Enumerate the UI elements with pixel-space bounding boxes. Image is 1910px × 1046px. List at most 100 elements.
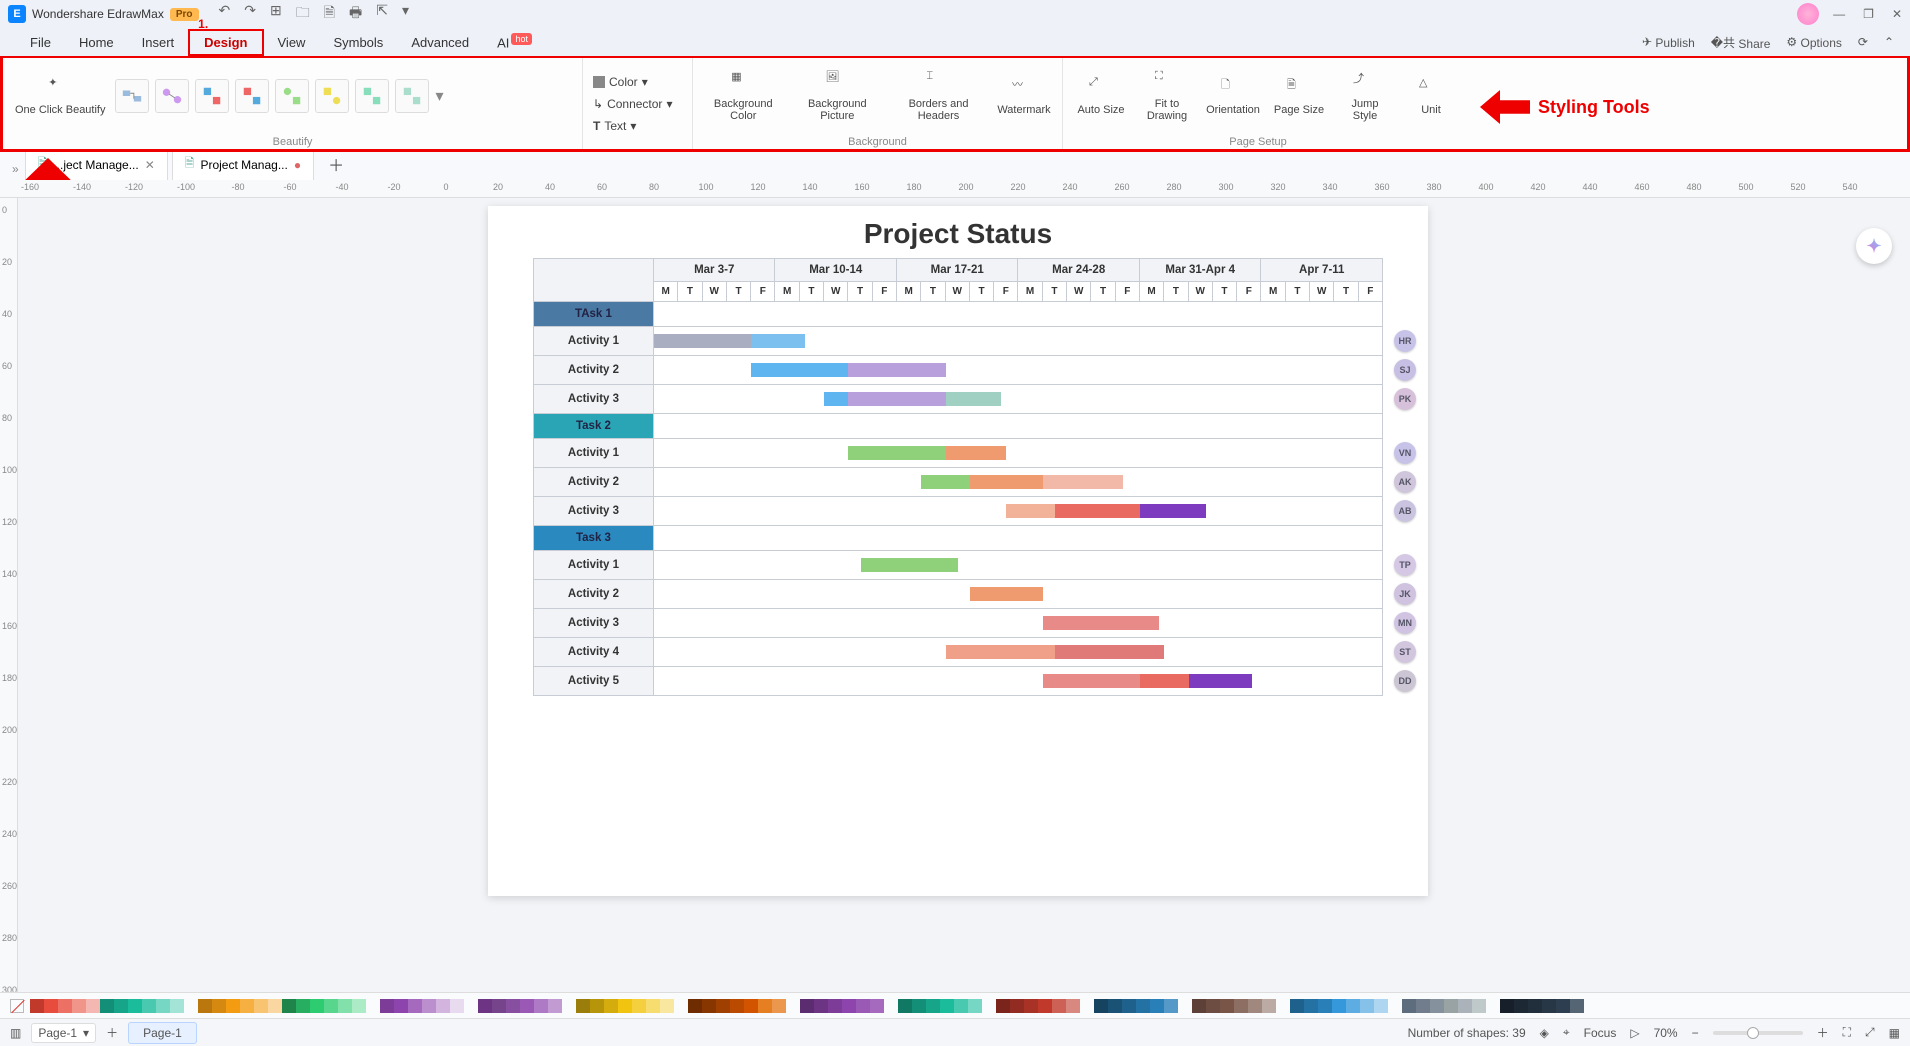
color-swatch[interactable] (898, 999, 912, 1013)
color-swatch[interactable] (1248, 999, 1262, 1013)
color-swatch[interactable] (1444, 999, 1458, 1013)
color-swatch[interactable] (1402, 999, 1416, 1013)
page-tab[interactable]: Page-1 (128, 1022, 197, 1044)
fullscreen-icon[interactable]: ⤢ (1865, 1025, 1875, 1040)
color-swatch[interactable] (1332, 999, 1346, 1013)
color-swatch[interactable] (310, 999, 324, 1013)
no-color-swatch[interactable] (10, 999, 24, 1013)
color-swatch[interactable] (968, 999, 982, 1013)
color-swatch[interactable] (1346, 999, 1360, 1013)
color-swatch[interactable] (940, 999, 954, 1013)
add-tab-button[interactable]: ＋ (318, 148, 354, 180)
color-swatch[interactable] (478, 999, 492, 1013)
color-swatch[interactable] (1472, 999, 1486, 1013)
color-swatch[interactable] (632, 999, 646, 1013)
color-swatch[interactable] (1206, 999, 1220, 1013)
color-swatch[interactable] (772, 999, 786, 1013)
color-swatch[interactable] (1010, 999, 1024, 1013)
color-swatch[interactable] (1304, 999, 1318, 1013)
notify-icon[interactable]: ⟳ (1858, 35, 1868, 49)
color-swatch[interactable] (576, 999, 590, 1013)
one-click-beautify-button[interactable]: ✦ One Click Beautify (11, 60, 109, 132)
menu-ai[interactable]: AIhot (483, 30, 546, 54)
color-swatch[interactable] (1416, 999, 1430, 1013)
color-swatch[interactable] (1122, 999, 1136, 1013)
color-swatch[interactable] (702, 999, 716, 1013)
color-swatch[interactable] (282, 999, 296, 1013)
color-swatch[interactable] (1458, 999, 1472, 1013)
color-swatch[interactable] (1528, 999, 1542, 1013)
options-button[interactable]: ⚙ Options (1786, 35, 1841, 50)
color-swatch[interactable] (408, 999, 422, 1013)
open-icon[interactable]: 🗀 (296, 2, 310, 26)
color-swatch[interactable] (1150, 999, 1164, 1013)
menu-insert[interactable]: Insert (128, 31, 189, 54)
color-swatch[interactable] (912, 999, 926, 1013)
print-icon[interactable]: 🖶 (349, 2, 362, 26)
color-swatch[interactable] (450, 999, 464, 1013)
beautify-theme-4[interactable] (235, 79, 269, 113)
color-swatch[interactable] (436, 999, 450, 1013)
color-swatch[interactable] (1094, 999, 1108, 1013)
background-color-button[interactable]: ▦Background Color (701, 60, 786, 132)
color-swatch[interactable] (1430, 999, 1444, 1013)
user-avatar[interactable] (1797, 3, 1819, 25)
publish-button[interactable]: ✈ Publish (1642, 35, 1695, 50)
color-swatch[interactable] (1360, 999, 1374, 1013)
menu-file[interactable]: File (16, 31, 65, 54)
borders-headers-button[interactable]: ⌶Borders and Headers (889, 60, 988, 132)
color-swatch[interactable] (58, 999, 72, 1013)
text-dropdown[interactable]: TText ▾ (589, 117, 686, 135)
color-swatch[interactable] (86, 999, 100, 1013)
color-swatch[interactable] (1262, 999, 1276, 1013)
color-swatch[interactable] (254, 999, 268, 1013)
drawing-page[interactable]: Project Status Mar 3-7Mar 10-14Mar 17-21… (488, 206, 1428, 896)
share-button[interactable]: �共 Share (1711, 34, 1771, 51)
color-swatch[interactable] (758, 999, 772, 1013)
color-swatch[interactable] (1514, 999, 1528, 1013)
minimize-icon[interactable]: — (1833, 7, 1845, 21)
panels-icon[interactable]: ▦ (1889, 1026, 1900, 1040)
pages-panel-icon[interactable]: ▥ (10, 1026, 21, 1040)
color-swatch[interactable] (688, 999, 702, 1013)
color-swatch[interactable] (730, 999, 744, 1013)
color-swatch[interactable] (338, 999, 352, 1013)
color-swatch[interactable] (1066, 999, 1080, 1013)
page-size-button[interactable]: 🗎Page Size (1269, 60, 1329, 132)
color-swatch[interactable] (926, 999, 940, 1013)
beautify-theme-7[interactable] (355, 79, 389, 113)
color-swatch[interactable] (72, 999, 86, 1013)
export-icon[interactable]: ⇱ (376, 2, 388, 26)
color-swatch[interactable] (1052, 999, 1066, 1013)
jump-style-button[interactable]: ⤴Jump Style (1335, 60, 1395, 132)
color-swatch[interactable] (114, 999, 128, 1013)
color-swatch[interactable] (618, 999, 632, 1013)
fit-page-icon[interactable]: ⛶ (1843, 1025, 1851, 1040)
color-swatch[interactable] (1290, 999, 1304, 1013)
auto-size-button[interactable]: ⤢Auto Size (1071, 60, 1131, 132)
color-swatch[interactable] (268, 999, 282, 1013)
color-swatch[interactable] (394, 999, 408, 1013)
orientation-button[interactable]: 🗋Orientation (1203, 60, 1263, 132)
color-swatch[interactable] (842, 999, 856, 1013)
canvas[interactable]: Project Status Mar 3-7Mar 10-14Mar 17-21… (18, 198, 1910, 992)
qat-more-icon[interactable]: ▾ (402, 2, 409, 26)
color-swatch[interactable] (212, 999, 226, 1013)
presentation-icon[interactable]: ▷ (1630, 1026, 1639, 1040)
color-swatch[interactable] (226, 999, 240, 1013)
focus-icon[interactable]: ⌖ (1563, 1025, 1570, 1040)
color-swatch[interactable] (1038, 999, 1052, 1013)
beautify-theme-6[interactable] (315, 79, 349, 113)
page-selector[interactable]: Page-1 ▾ (31, 1023, 96, 1043)
color-swatch[interactable] (534, 999, 548, 1013)
redo-icon[interactable]: ↷ (244, 2, 256, 26)
color-swatch[interactable] (296, 999, 310, 1013)
color-swatch[interactable] (660, 999, 674, 1013)
color-swatch[interactable] (590, 999, 604, 1013)
watermark-button[interactable]: 〰Watermark (994, 60, 1054, 132)
zoom-out-icon[interactable]: − (1692, 1026, 1699, 1040)
color-swatch[interactable] (1234, 999, 1248, 1013)
beautify-more-icon[interactable]: ▾ (435, 86, 443, 106)
color-swatch[interactable] (128, 999, 142, 1013)
color-swatch[interactable] (422, 999, 436, 1013)
